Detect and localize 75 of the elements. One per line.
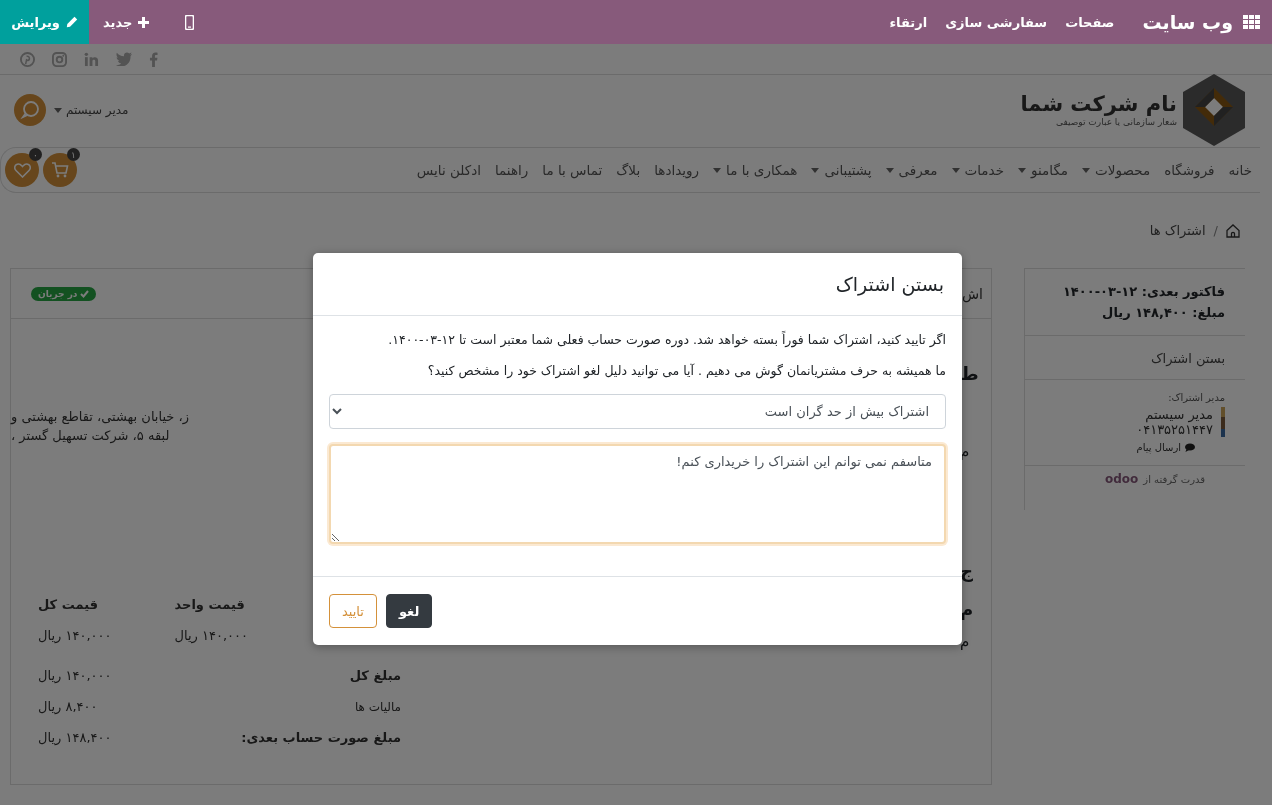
- cart-icon: [51, 162, 69, 178]
- edit-button[interactable]: ویرایش: [0, 0, 89, 44]
- odoo-logo[interactable]: odoo: [1105, 472, 1139, 486]
- nav-item[interactable]: پشتیبانی: [811, 162, 872, 178]
- nav-item[interactable]: بلاگ: [616, 162, 641, 178]
- plus-icon: [138, 16, 150, 28]
- text-fragment: ج: [960, 560, 973, 581]
- home-icon[interactable]: [1226, 223, 1240, 238]
- manager-label: مدیر اشتراک:: [1167, 392, 1225, 403]
- nav-item[interactable]: محصولات: [1082, 162, 1151, 178]
- facebook-icon[interactable]: [149, 51, 158, 67]
- instagram-icon[interactable]: [52, 51, 67, 67]
- breadcrumb-item[interactable]: اشتراک ها: [1149, 223, 1206, 238]
- new-button[interactable]: جدید: [89, 0, 164, 44]
- column-header: قیمت کل: [38, 597, 99, 612]
- close-subscription-link[interactable]: بستن اشتراک: [1151, 351, 1225, 366]
- nav-item[interactable]: معرفی: [885, 162, 938, 178]
- heart-icon: [13, 162, 31, 178]
- total-label: مالیات ها: [354, 699, 401, 714]
- app-title: وب سایت: [1142, 11, 1233, 33]
- total-label: مبلغ صورت حساب بعدی:: [241, 730, 401, 745]
- cart-button[interactable]: [43, 153, 77, 187]
- table-cell-text: ۱۴۰,۰۰۰ ریال: [38, 628, 113, 643]
- address: ز، خیابان بهشتی، تقاطع بهشتی و لبقه ۵، شرکت تسهیل گستر ،: [11, 408, 190, 445]
- nav-item[interactable]: خانه: [1228, 162, 1252, 178]
- breadcrumb-separator: /: [1213, 223, 1218, 238]
- nav-item[interactable]: فروشگاه: [1164, 162, 1215, 178]
- dialog-message: اگر تایید کنید، اشتراک شما فوراً بسته خواهد شد. دوره صورت حساب فعلی شما معتبر است تا ۱۲-۰۳-۱۴۰۰.: [387, 332, 946, 347]
- column-header: قیمت واحد: [174, 597, 246, 612]
- twitter-icon[interactable]: [116, 52, 132, 66]
- nav-item[interactable]: راهنما: [494, 162, 529, 178]
- total-label: مبلغ کل: [349, 668, 401, 683]
- nav-item[interactable]: همکاری با ما: [713, 162, 798, 178]
- nav-item[interactable]: ادکلن نایس: [416, 162, 481, 178]
- total-value: ۸,۴۰۰ ریال: [38, 699, 98, 714]
- manager-phone: ۰۴۱۳۵۲۵۱۴۴۷: [1136, 422, 1213, 437]
- mobile-icon[interactable]: [185, 14, 195, 30]
- top-menu-item[interactable]: ارتقاء: [889, 14, 928, 30]
- send-message-link[interactable]: ارسال پیام: [1025, 442, 1195, 453]
- nav-item[interactable]: مگامنو: [1018, 162, 1069, 178]
- apps-grid-icon[interactable]: [1243, 14, 1260, 30]
- nav-item[interactable]: خدمات: [951, 162, 1004, 178]
- pinterest-icon[interactable]: [20, 51, 35, 67]
- wishlist-button[interactable]: [5, 153, 39, 187]
- top-menu-item[interactable]: صفحات: [1065, 14, 1115, 30]
- cancel-button[interactable]: لغو: [385, 594, 433, 628]
- manager-name: مدیر سیستم: [1144, 407, 1213, 422]
- cart-count: ۱: [67, 148, 80, 161]
- total-value: ۱۴۸,۴۰۰ ریال: [38, 730, 112, 745]
- company-name: نام شرکت شما: [1020, 93, 1177, 117]
- nav-item[interactable]: تماس با ما: [542, 162, 603, 178]
- next-invoice: فاکتور بعدی: ۱۲-۰۳-۱۴۰۰: [1061, 283, 1225, 301]
- nav-item[interactable]: رویدادها: [654, 162, 700, 178]
- text-fragment: ط: [960, 363, 979, 384]
- wishlist-count: ۰: [29, 148, 42, 161]
- confirm-button[interactable]: تایید: [329, 594, 377, 628]
- table-cell-text: ۱۴۰,۰۰۰ ریال: [174, 628, 249, 643]
- tab-label[interactable]: اش: [962, 285, 983, 302]
- comment-field[interactable]: متاسفم نمی توانم این اشتراک را خریداری کنم!: [329, 444, 946, 544]
- powered-by: قدرت گرفته از: [1143, 473, 1205, 485]
- amount: مبلغ: ۱۴۸,۴۰۰ ریال: [1101, 304, 1225, 322]
- logo-drawing: [1183, 74, 1245, 146]
- status-badge: در جریان: [31, 286, 97, 301]
- linkedin-icon[interactable]: [84, 51, 99, 67]
- reason-select[interactable]: اشتراک بیش از حد گران است: [329, 394, 946, 429]
- dialog-question: ما همیشه به حرف مشتریانمان گوش می دهیم . آیا می توانید دلیل لغو اشتراک خود را مشخص کنید؟: [426, 363, 946, 378]
- pencil-icon: [65, 16, 78, 28]
- total-value: ۱۴۰,۰۰۰ ریال: [38, 668, 112, 683]
- text-fragment: م: [960, 632, 970, 650]
- top-menu-item[interactable]: سفارشی سازی: [945, 14, 1048, 30]
- company-tagline: شعار سازمانی یا عبارت توصیفی: [1055, 116, 1177, 127]
- chat-icon: [1185, 443, 1195, 452]
- user-menu[interactable]: مدیر سیستم: [54, 103, 129, 117]
- dialog-title: بستن اشتراک: [835, 273, 944, 295]
- chat-bubble-icon[interactable]: [14, 94, 46, 126]
